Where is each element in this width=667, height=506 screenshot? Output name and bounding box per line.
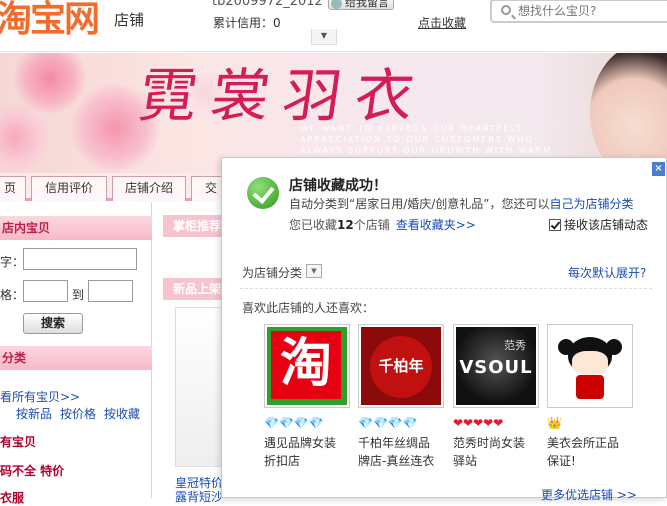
price-min-input[interactable] <box>23 280 68 302</box>
shop-banner: 霓裳羽衣 WE WANT TO EXPRESS OUR HEARTFELT AP… <box>0 53 667 173</box>
success-check-icon <box>247 177 279 209</box>
tab-home[interactable]: 页 <box>0 176 26 201</box>
message-icon <box>331 0 342 9</box>
center-column: 掌柜推荐 新品上架 皇冠特价 露背短沙 <box>153 202 233 504</box>
receive-updates-checkbox[interactable]: 接收该店铺动态 <box>549 216 648 233</box>
auto-category-text: 自动分类到“居家日用/婚庆/创意礼品”，您还可以自己为店铺分类 <box>289 195 634 212</box>
shop-logo[interactable] <box>547 324 633 408</box>
leave-message-button[interactable]: 给我留言 <box>328 0 394 10</box>
shop-card[interactable]: 千柏年 💎💎💎💎 千柏年丝绸品 牌店-真丝连衣 <box>358 324 444 470</box>
fav-count-text: 您已收藏12个店铺 查看收藏夹>> <box>289 216 476 233</box>
shop-name-line2[interactable]: 保证! <box>547 452 633 470</box>
checkbox-checked-icon[interactable] <box>549 219 561 231</box>
all-items-link[interactable]: 看所有宝贝>> <box>0 388 80 405</box>
seller-id[interactable]: tb2009972_2012 <box>212 0 323 9</box>
header-bar: 淘宝网 店铺 tb2009972_2012 给我留言 累计信用：0 点击收藏 ▼ <box>0 0 667 52</box>
price-to-label: 到 <box>72 288 85 302</box>
product-title-link[interactable]: 皇冠特价 露背短沙 <box>175 476 223 504</box>
keyword-input[interactable] <box>23 248 137 270</box>
pucca-logo <box>550 327 630 405</box>
category-dropdown[interactable]: ▼ <box>306 264 322 278</box>
category-all-items[interactable]: 有宝贝 <box>0 433 36 450</box>
expand-default-link[interactable]: 每次默认展开? <box>568 264 646 281</box>
qianbainian-logo: 千柏年 <box>361 327 441 405</box>
category-sale[interactable]: 码不全 特价 <box>0 462 64 479</box>
search-box[interactable] <box>490 0 667 23</box>
shop-name-line1[interactable]: 范秀时尚女装 <box>453 434 539 452</box>
taobao-shop-logo: 淘 <box>267 327 347 405</box>
logo-body <box>576 375 604 399</box>
logo-face <box>572 351 608 375</box>
shop-name-line1[interactable]: 千柏年丝绸品 <box>358 434 444 452</box>
shop-nav: 页 信用评价 店铺介绍 交 <box>0 173 232 201</box>
shop-logo[interactable]: 千柏年 <box>358 324 444 408</box>
shop-card[interactable]: 👑 美衣会所正品 保证! <box>547 324 633 470</box>
keyword-label: 字： <box>0 255 25 269</box>
banner-title: 霓裳羽衣 <box>134 62 433 130</box>
shop-name-line2[interactable]: 牌店-真丝连衣 <box>358 452 444 470</box>
shop-name-line2[interactable]: 折扣店 <box>264 452 350 470</box>
shop-name-line1[interactable]: 美衣会所正品 <box>547 434 633 452</box>
divider <box>240 288 652 289</box>
category-select-label: 为店铺分类 <box>242 266 303 280</box>
auto-category-label: 自动分类到“居家日用/婚庆/创意礼品”，您还可以 <box>289 197 550 211</box>
price-label: 格： <box>0 288 25 302</box>
search-icon <box>501 5 511 15</box>
product-thumbnail[interactable] <box>175 307 225 467</box>
shop-name-line2[interactable]: 驿站 <box>453 452 539 470</box>
category-heading: 分类 <box>0 346 152 370</box>
add-favorite-link[interactable]: 点击收藏 <box>418 14 466 31</box>
shop-rating: ❤❤❤❤❤ <box>453 416 504 430</box>
also-like-label: 喜欢此店铺的人还喜欢： <box>242 301 375 315</box>
tab-credit-rating[interactable]: 信用评价 <box>31 176 107 201</box>
price-max-input[interactable] <box>88 280 133 302</box>
shop-logo[interactable]: 淘 <box>264 324 350 408</box>
close-icon[interactable]: × <box>652 162 665 176</box>
logo-glyph: 淘 <box>271 331 341 399</box>
logo-glyph: 千柏年 <box>378 357 424 375</box>
shop-rating: 💎💎💎💎 <box>264 416 324 430</box>
tab-shop-intro[interactable]: 店铺介绍 <box>112 176 186 201</box>
shop-rating: 👑 <box>547 416 562 430</box>
fav-count: 12 <box>337 218 354 232</box>
fav-count-suffix: 个店铺 <box>353 218 390 232</box>
logo-sub: 范秀 <box>504 339 526 352</box>
rose-decoration <box>0 103 50 173</box>
sort-by-new-link[interactable]: 按新品 <box>16 405 52 422</box>
view-favorites-link[interactable]: 查看收藏夹>> <box>396 218 476 232</box>
shop-label: 店铺 <box>114 11 145 29</box>
logo-glyph: VSOUL <box>459 357 533 378</box>
shop-card[interactable]: 淘 💎💎💎💎 遇见品牌女装 折扣店 <box>264 324 350 470</box>
model-photo <box>590 53 667 173</box>
sort-by-fav-link[interactable]: 按收藏 <box>104 405 140 422</box>
success-title: 店铺收藏成功！ <box>289 178 387 194</box>
custom-category-link[interactable]: 自己为店铺分类 <box>550 197 634 211</box>
receive-updates-label: 接收该店铺动态 <box>564 218 649 232</box>
credit-label: 累计信用：0 <box>213 16 281 30</box>
search-input[interactable] <box>518 2 663 20</box>
shop-card[interactable]: 范秀 VSOUL ❤❤❤❤❤ 范秀时尚女装 驿站 <box>453 324 539 470</box>
shop-name-line1[interactable]: 遇见品牌女装 <box>264 434 350 452</box>
chevron-down-icon[interactable]: ▼ <box>311 29 337 45</box>
shop-search-heading: 店内宝贝 <box>0 216 152 240</box>
fav-count-prefix: 您已收藏 <box>289 218 338 232</box>
left-sidebar: 店内宝贝 字： 格： 到 搜索 分类 看所有宝贝>> 按新品 按价格 按收藏 有… <box>0 202 152 505</box>
more-shops-link[interactable]: 更多优选店铺 >> <box>541 486 637 503</box>
shop-rating: 💎💎💎💎 <box>358 416 418 430</box>
favorite-success-dialog: × 店铺收藏成功！ 自动分类到“居家日用/婚庆/创意礼品”，您还可以自己为店铺分… <box>221 157 667 502</box>
vsoul-logo: 范秀 VSOUL <box>456 327 536 405</box>
sort-by-price-link[interactable]: 按价格 <box>60 405 96 422</box>
taobao-logo[interactable]: 淘宝网 <box>0 0 100 42</box>
leave-message-label: 给我留言 <box>345 0 389 9</box>
search-button[interactable]: 搜索 <box>23 313 83 334</box>
shop-logo[interactable]: 范秀 VSOUL <box>453 324 539 408</box>
